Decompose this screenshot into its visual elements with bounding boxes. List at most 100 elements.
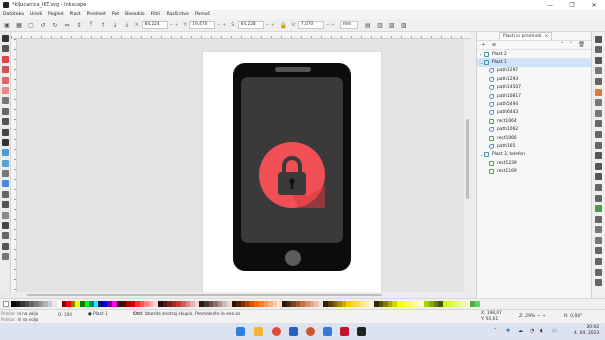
measure-tool-icon[interactable] (2, 232, 9, 240)
object-row[interactable]: path10817 (477, 92, 591, 100)
bluetooth-icon[interactable]: ✱ (506, 328, 510, 334)
menu-plast[interactable]: Plast (70, 12, 81, 17)
layer-row-selected[interactable]: ⌄ Plast 1 (477, 58, 591, 67)
star-tool-icon[interactable] (2, 86, 9, 94)
menu-uredi[interactable]: Uredi (30, 12, 42, 17)
word-icon[interactable] (289, 327, 298, 336)
layer-options-icon[interactable]: ≡ (492, 42, 497, 48)
todo-icon[interactable] (323, 327, 332, 336)
3d-box-tool-icon[interactable] (2, 66, 9, 74)
scale-stroke-icon[interactable]: ▤ (364, 21, 372, 29)
gradient-tool-icon[interactable] (2, 149, 9, 157)
unit-select[interactable]: mm (339, 21, 358, 29)
text-tool-icon[interactable] (2, 138, 9, 146)
x-stepper-icon[interactable]: − + (170, 23, 179, 28)
powerpoint-icon[interactable] (306, 327, 315, 336)
close-tab-icon[interactable]: × (544, 33, 548, 40)
close-button[interactable]: ✕ (583, 0, 605, 10)
taskbar-clock[interactable]: 20:02 4. 04. 2023 (574, 325, 599, 337)
print-icon[interactable] (595, 67, 602, 75)
fill-stroke-icon[interactable] (595, 226, 602, 234)
move-gradients-icon[interactable]: ▧ (388, 21, 396, 29)
move-down-icon[interactable]: ˅ (569, 42, 572, 48)
object-row[interactable]: rect1169 (477, 167, 591, 175)
move-patterns-icon[interactable]: ▨ (400, 21, 408, 29)
volume-icon[interactable]: ◖ (540, 328, 543, 334)
paste-icon[interactable] (595, 141, 602, 149)
add-layer-icon[interactable]: + (481, 42, 486, 48)
stroke-indicator[interactable]: Poteza: ni na voljo (1, 317, 38, 322)
w-input[interactable]: 64,228 (237, 21, 264, 29)
rotate-cw-icon[interactable]: ↻ (51, 21, 59, 29)
h-input[interactable]: 7,070 (297, 21, 324, 29)
clone-icon[interactable] (595, 194, 602, 202)
node-tool-icon[interactable] (2, 45, 9, 53)
export-icon[interactable] (595, 88, 602, 96)
layers-icon[interactable] (595, 247, 602, 255)
vertical-scroll-thumb[interactable] (466, 119, 469, 199)
pen-tool-icon[interactable] (2, 118, 9, 126)
x-input[interactable]: 84,224 (141, 21, 168, 29)
color-swatch[interactable] (474, 301, 480, 307)
move-up-icon[interactable]: ˄ (561, 42, 564, 48)
raise-icon[interactable]: ↑ (99, 21, 107, 29)
eraser-tool-icon[interactable] (2, 211, 9, 219)
rotation-field[interactable]: R: 0,00° (564, 314, 583, 319)
menu-pogled[interactable]: Pogled (48, 12, 63, 17)
lower-icon[interactable]: ↓ (111, 21, 119, 29)
menu-besedilo[interactable]: Besedilo (125, 12, 144, 17)
save-icon[interactable] (595, 56, 602, 64)
menu-pot[interactable]: Pot (112, 12, 119, 17)
zoom-field[interactable]: Z: 29% − + (519, 314, 546, 319)
calligraphy-tool-icon[interactable] (2, 128, 9, 136)
duplicate-icon[interactable] (595, 183, 602, 191)
h-stepper-icon[interactable]: − + (326, 23, 335, 28)
rotate-ccw-icon[interactable]: ↺ (39, 21, 47, 29)
object-row[interactable]: path1297 (477, 67, 591, 75)
scale-corners-icon[interactable]: ▥ (376, 21, 384, 29)
menu-filtri[interactable]: Filtri (151, 12, 161, 17)
layer-row[interactable]: › Plast 2 (477, 50, 591, 58)
maximize-button[interactable]: ❐ (561, 0, 583, 10)
lower-to-bottom-icon[interactable]: ⤓ (123, 21, 131, 29)
zoom-selection-icon[interactable] (595, 152, 602, 160)
no-paint-swatch[interactable] (3, 301, 9, 307)
zoom-page-icon[interactable] (595, 173, 602, 181)
layer-visibility-icon[interactable]: ● (88, 312, 92, 317)
import-icon[interactable] (595, 77, 602, 85)
dropper-tool-icon[interactable] (2, 170, 9, 178)
spray-tool-icon[interactable] (2, 201, 9, 209)
padlock-icon[interactable] (259, 142, 325, 208)
rectangle-tool-icon[interactable] (2, 55, 9, 63)
select-all-icon[interactable]: ▣ (3, 21, 11, 29)
undo-icon[interactable] (595, 99, 602, 107)
current-layer-selector[interactable]: ● Plast 1 (88, 312, 108, 317)
raise-to-top-icon[interactable]: ⤒ (87, 21, 95, 29)
w-stepper-icon[interactable]: − + (266, 23, 275, 28)
group-icon[interactable] (595, 205, 602, 213)
zoom-drawing-icon[interactable] (595, 162, 602, 170)
object-row[interactable]: path165 (477, 142, 591, 150)
drawing-canvas[interactable] (17, 39, 467, 292)
copy-icon[interactable] (595, 120, 602, 128)
selector-tool-icon[interactable] (2, 35, 9, 42)
text-font-icon[interactable] (595, 236, 602, 244)
spiral-tool-icon[interactable] (2, 97, 9, 105)
horizontal-ruler[interactable] (11, 32, 471, 39)
object-row[interactable]: path1062 (477, 126, 591, 134)
connector-tool-icon[interactable] (2, 222, 9, 230)
xml-editor-icon[interactable] (595, 258, 602, 266)
tray-chevron-icon[interactable]: ˄ (494, 328, 497, 334)
phone-home-button[interactable] (285, 250, 301, 266)
layer-row[interactable]: ⌄ Plast 3, telefon (477, 151, 591, 159)
battery-icon[interactable]: ▭ (552, 328, 557, 334)
opacity-value[interactable]: 100 (64, 312, 72, 317)
deselect-icon[interactable]: ▢ (27, 21, 35, 29)
pencil-tool-icon[interactable] (2, 107, 9, 115)
zoom-value[interactable]: 29% (525, 314, 535, 319)
lock-ratio-icon[interactable]: 🔒 (280, 21, 288, 29)
redo-icon[interactable] (595, 109, 602, 117)
horizontal-scroll-thumb[interactable] (27, 294, 382, 296)
ellipse-tool-icon[interactable] (2, 76, 9, 84)
netflix-icon[interactable] (340, 327, 349, 336)
